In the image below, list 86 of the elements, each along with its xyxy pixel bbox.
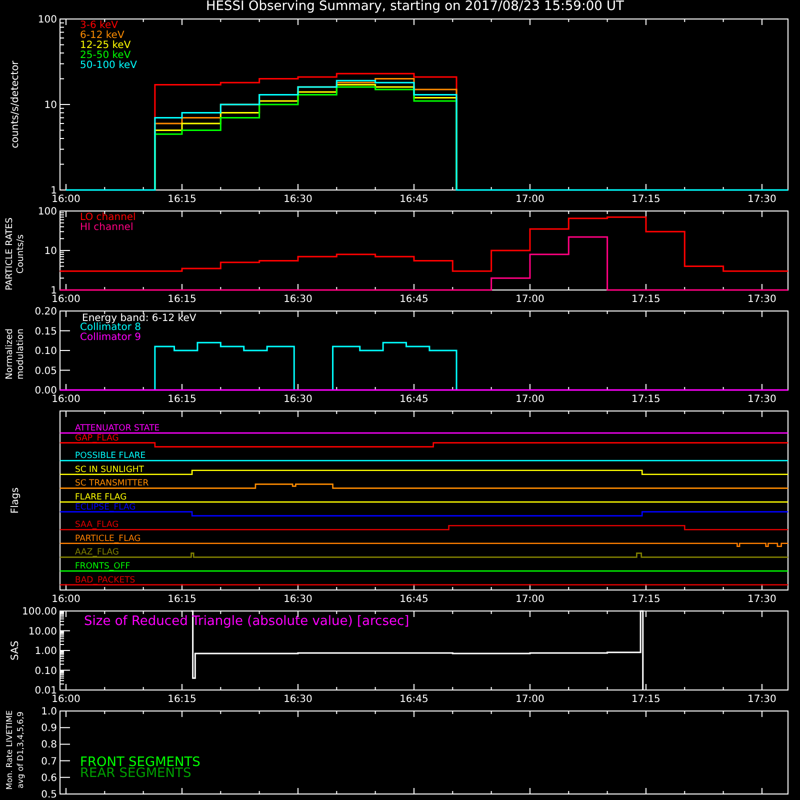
- tick-label: 17:30: [748, 194, 776, 205]
- legend-label: 12-25 keV: [80, 40, 131, 51]
- legend-label: LO channel: [80, 212, 136, 223]
- tick-label: 17:00: [516, 394, 544, 405]
- flag-label: GAP_FLAG: [75, 433, 119, 444]
- axis-title: PARTICLE RATES: [5, 218, 15, 290]
- tick-label: 17:15: [632, 594, 660, 605]
- tick-label: 17:30: [748, 694, 776, 705]
- tick-label: 0.05: [34, 366, 57, 377]
- tick-label: 10: [44, 100, 57, 111]
- tick-label: 16:15: [168, 594, 196, 605]
- tick-label: 17:00: [516, 294, 544, 305]
- tick-label: 0.9: [41, 723, 57, 734]
- tick-label: 16:30: [284, 294, 312, 305]
- flag-label: AAZ_FLAG: [75, 548, 120, 558]
- tick-label: 0.10: [34, 346, 57, 357]
- tick-label: 0.8: [41, 740, 57, 751]
- tick-label: 17:00: [516, 594, 544, 605]
- tick-label: 0.6: [41, 772, 57, 784]
- tick-label: 17:30: [748, 594, 776, 605]
- tick-label: 100: [38, 206, 57, 218]
- tick-label: 1.00: [34, 646, 57, 657]
- tick-label: 0.7: [41, 756, 57, 768]
- tick-label: 16:00: [52, 194, 80, 205]
- axis-title: Flags: [10, 487, 21, 514]
- legend-label: Collimator 8: [80, 322, 141, 333]
- tick-label: 16:15: [168, 694, 196, 705]
- tick-label: 100: [38, 14, 57, 26]
- tick-label: 17:30: [748, 394, 776, 405]
- legend-label: Collimator 9: [80, 332, 141, 343]
- tick-label: 0.20: [34, 306, 57, 318]
- tick-label: 17:00: [516, 194, 544, 205]
- tick-label: 17:15: [632, 694, 660, 705]
- tick-label: 16:30: [284, 594, 312, 605]
- tick-label: 16:00: [52, 594, 80, 605]
- chart-title: HESSI Observing Summary, starting on 2017/08/23 15:59:00 UT: [206, 0, 624, 14]
- tick-label: 16:45: [400, 194, 428, 205]
- tick-label: 16:15: [168, 194, 196, 205]
- tick-label: 10.00: [28, 626, 57, 638]
- legend-label: 3-6 keV: [80, 20, 118, 31]
- tick-label: 16:45: [400, 594, 428, 605]
- flag-label: FLARE FLAG: [75, 492, 127, 502]
- tick-label: 0.10: [34, 666, 57, 677]
- legend-note: Energy band: 6-12 keV: [82, 313, 196, 324]
- tick-label: 17:30: [748, 294, 776, 305]
- flag-label: FRONTS_OFF: [75, 562, 130, 572]
- tick-label: 16:00: [52, 394, 80, 405]
- tick-label: 16:00: [52, 294, 80, 305]
- axis-title: Counts/s: [16, 234, 26, 274]
- tick-label: 0.15: [34, 326, 57, 338]
- tick-label: 100.00: [22, 606, 57, 618]
- tick-label: 17:15: [632, 294, 660, 305]
- legend-label: 25-50 keV: [80, 50, 131, 61]
- tick-label: 17:00: [516, 694, 544, 705]
- flag-label: PARTICLE_FLAG: [75, 534, 141, 544]
- flag-label: ATTENUATOR STATE: [75, 424, 160, 434]
- axis-title: avg of D1,3,4,5,6,9: [16, 712, 25, 788]
- tick-label: 17:15: [632, 194, 660, 205]
- flag-label: ECLIPSE_FLAG: [75, 502, 136, 512]
- axis-title: modulation: [16, 328, 26, 380]
- tick-label: 16:30: [284, 194, 312, 205]
- tick-label: 1.0: [41, 706, 57, 718]
- flag-label: SC TRANSMITTER: [75, 478, 149, 489]
- tick-label: 16:45: [400, 694, 428, 705]
- legend-label: 50-100 keV: [80, 60, 138, 71]
- flag-label: BAD_PACKETS: [75, 575, 136, 586]
- axis-title: Normalized: [5, 328, 15, 380]
- axis-title: counts/s/detector: [10, 60, 21, 148]
- legend-label: REAR SEGMENTS: [80, 766, 192, 781]
- tick-label: 0.5: [41, 790, 57, 798]
- flag-label: SC IN SUNLIGHT: [75, 464, 144, 475]
- tick-label: 17:15: [632, 394, 660, 405]
- legend-label: 6-12 keV: [80, 30, 124, 41]
- tick-label: 16:30: [284, 694, 312, 705]
- tick-label: 16:15: [168, 394, 196, 405]
- legend-label: HI channel: [80, 222, 134, 233]
- axis-title: SAS: [10, 640, 21, 660]
- tick-label: 16:30: [284, 394, 312, 405]
- tick-label: 16:45: [400, 394, 428, 405]
- flag-label: POSSIBLE FLARE: [75, 451, 146, 462]
- tick-label: 16:15: [168, 294, 196, 305]
- tick-label: 16:00: [52, 694, 80, 705]
- axis-title: Mon. Rate LIVETIME: [5, 710, 14, 790]
- tick-label: 16:45: [400, 294, 428, 305]
- flag-label: SAA_FLAG: [75, 520, 119, 530]
- tick-label: 10: [44, 246, 57, 257]
